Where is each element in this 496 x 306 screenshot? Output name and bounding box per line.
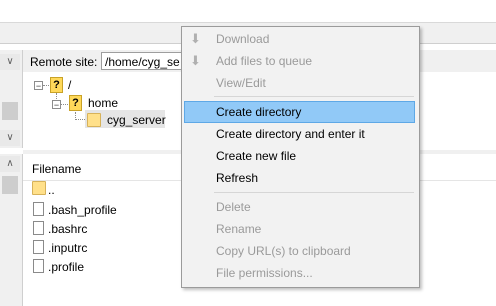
menu-separator (214, 96, 414, 97)
list-item[interactable]: .bashrc (48, 222, 87, 236)
menu-item-delete[interactable]: Delete (216, 200, 251, 214)
menu-item-create-directory[interactable]: Create directory (216, 105, 301, 119)
chevron-down-icon[interactable]: ∨ (0, 130, 20, 146)
list-item[interactable]: .. (48, 183, 55, 197)
menu-item-refresh[interactable]: Refresh (216, 171, 258, 185)
tree-connector (61, 104, 68, 105)
tree-item-cyg-server[interactable]: cyg_server (107, 113, 166, 127)
menu-item-add-to-queue[interactable]: Add files to queue (216, 54, 312, 68)
download-arrow-icon: ⬇ (190, 31, 201, 46)
column-header-filename[interactable]: Filename (32, 162, 81, 176)
file-icon (33, 221, 44, 235)
file-icon (33, 259, 44, 273)
tree-item-home[interactable]: home (88, 96, 118, 110)
list-item[interactable]: .bash_profile (48, 203, 117, 217)
menu-item-create-directory-enter[interactable]: Create directory and enter it (216, 127, 365, 141)
file-icon (33, 202, 44, 216)
scrollbar-thumb[interactable] (2, 102, 18, 120)
tree-item-root[interactable]: / (68, 78, 71, 92)
collapse-icon[interactable]: − (34, 81, 43, 91)
menu-item-rename[interactable]: Rename (216, 222, 261, 236)
list-item[interactable]: .inputrc (48, 241, 87, 255)
chevron-down-icon[interactable]: ∨ (0, 54, 20, 70)
menu-item-file-permissions[interactable]: File permissions... (216, 266, 313, 280)
file-icon (33, 240, 44, 254)
menu-separator (214, 192, 414, 193)
unknown-folder-icon: ? (69, 95, 82, 111)
menu-item-download[interactable]: Download (216, 32, 269, 46)
menu-item-create-new-file[interactable]: Create new file (216, 149, 296, 163)
folder-icon (32, 181, 46, 195)
tree-connector (75, 119, 85, 120)
add-to-queue-icon: ⬇ (190, 53, 201, 68)
folder-icon (87, 113, 101, 127)
left-pane-upper: ∨ ∨ (0, 50, 23, 148)
list-item[interactable]: .profile (48, 260, 84, 274)
left-pane-lower: ∧ (0, 154, 23, 306)
unknown-folder-icon: ? (50, 77, 63, 93)
collapse-icon[interactable]: − (52, 100, 61, 110)
scrollbar-thumb[interactable] (2, 176, 18, 194)
chevron-up-icon[interactable]: ∧ (0, 156, 20, 172)
remote-site-label: Remote site: (30, 55, 98, 69)
menu-item-view-edit[interactable]: View/Edit (216, 76, 266, 90)
menu-item-copy-url[interactable]: Copy URL(s) to clipboard (216, 244, 351, 258)
tree-connector (43, 85, 49, 86)
